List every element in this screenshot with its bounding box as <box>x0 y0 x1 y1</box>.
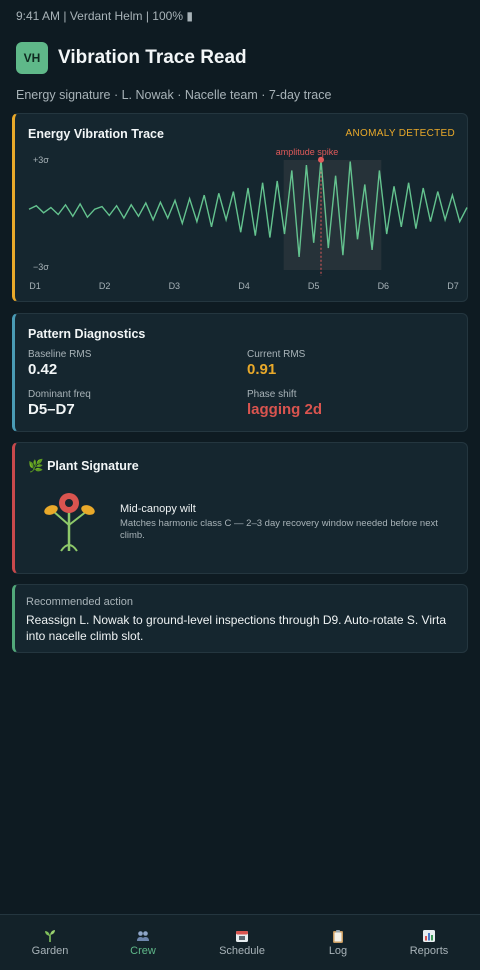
x-axis-ticks: D1 D2 D3 D4 D5 D6 D7 <box>29 281 459 291</box>
metric-label: Current RMS <box>247 349 306 360</box>
plant-flower-center <box>65 499 73 507</box>
metric-value: lagging 2d <box>247 401 322 418</box>
people-icon <box>137 931 149 941</box>
trace-series-line <box>28 159 468 257</box>
bottom-tab-bar: Garden Crew Schedule Log Reports <box>0 914 480 970</box>
page-subtitle: Energy signature · L. Nowak · Nacelle te… <box>16 88 332 102</box>
avatar[interactable]: VH <box>16 42 48 74</box>
tab-label: Reports <box>409 945 449 957</box>
y-axis-label-top: +3σ <box>33 155 49 165</box>
metric-value: 0.42 <box>28 361 58 378</box>
calendar-icon <box>236 931 248 942</box>
metric-label: Baseline RMS <box>28 349 92 360</box>
tab-label: Schedule <box>219 945 265 957</box>
recommended-action-label: Recommended action <box>26 596 134 608</box>
tab-label: Crew <box>130 945 156 957</box>
metric-label: Dominant freq <box>28 389 91 400</box>
screen: 9:41 AM | Verdant Helm | 100% ▮ VH Vibra… <box>0 0 480 970</box>
metric-current-rms: Current RMS 0.91 <box>247 349 305 378</box>
leaf-icon: 🌿 <box>28 459 44 473</box>
tab-garden[interactable]: Garden <box>2 915 98 970</box>
recommended-action-card[interactable]: Recommended action Reassign L. Nowak to … <box>12 584 468 653</box>
pattern-diagnostics-card: Pattern Diagnostics Baseline RMS 0.42 Cu… <box>12 313 468 432</box>
x-tick-label: D3 <box>169 281 181 291</box>
x-tick-label: D4 <box>238 281 250 291</box>
metric-value: 0.91 <box>247 361 277 378</box>
plant-signature-description: Matches harmonic class C — 2–3 day recov… <box>120 518 438 541</box>
clipboard-icon <box>333 930 343 943</box>
plant-signature-name: Mid-canopy wilt <box>120 503 196 515</box>
x-tick-label: D7 <box>447 281 459 291</box>
tab-label: Log <box>328 945 348 957</box>
diagnostics-title: Pattern Diagnostics <box>28 327 146 341</box>
spike-point[interactable] <box>318 156 324 163</box>
tab-crew[interactable]: Crew <box>95 915 191 970</box>
metric-baseline-rms: Baseline RMS 0.42 <box>28 349 91 378</box>
tab-reports[interactable]: Reports <box>381 915 477 970</box>
page-header: VH Vibration Trace Read <box>16 42 247 74</box>
x-tick-label: D6 <box>378 281 390 291</box>
plant-branch-left <box>52 510 70 526</box>
metric-label: Phase shift <box>247 389 297 400</box>
tab-schedule[interactable]: Schedule <box>194 915 290 970</box>
vibration-chart: +3σ −3σ amplitude spike D1 D2 D3 D4 D5 D6 D7 <box>28 147 468 291</box>
status-bar: 9:41 AM | Verdant Helm | 100% ▮ <box>16 9 193 23</box>
vibration-trace-card: Energy Vibration Trace ANOMALY DETECTED … <box>12 113 468 302</box>
plant-signature-card: 🌿 Plant Signature Mid-canopy wilt Matche… <box>12 442 468 574</box>
plant-signature-label: Plant Signature <box>47 459 139 473</box>
metric-phase-shift: Phase shift lagging 2d <box>247 389 322 418</box>
metric-value: D5–D7 <box>28 401 75 418</box>
x-tick-label: D5 <box>308 281 320 291</box>
plant-illustration-icon <box>44 493 95 552</box>
page-title: Vibration Trace Read <box>58 47 247 68</box>
y-axis-label-bottom: −3σ <box>33 262 49 272</box>
recommended-action-text: Reassign L. Nowak to ground-level inspec… <box>26 613 447 643</box>
x-tick-label: D2 <box>99 281 111 291</box>
spike-annotation: amplitude spike <box>276 147 339 157</box>
tab-log[interactable]: Log <box>290 915 386 970</box>
x-tick-label: D1 <box>29 281 41 291</box>
tab-label: Garden <box>31 945 69 957</box>
bar-chart-icon <box>423 930 435 942</box>
seedling-icon <box>45 930 55 942</box>
metric-dominant-freq: Dominant freq D5–D7 <box>28 389 91 418</box>
plant-signature-title: 🌿 Plant Signature <box>28 459 139 474</box>
